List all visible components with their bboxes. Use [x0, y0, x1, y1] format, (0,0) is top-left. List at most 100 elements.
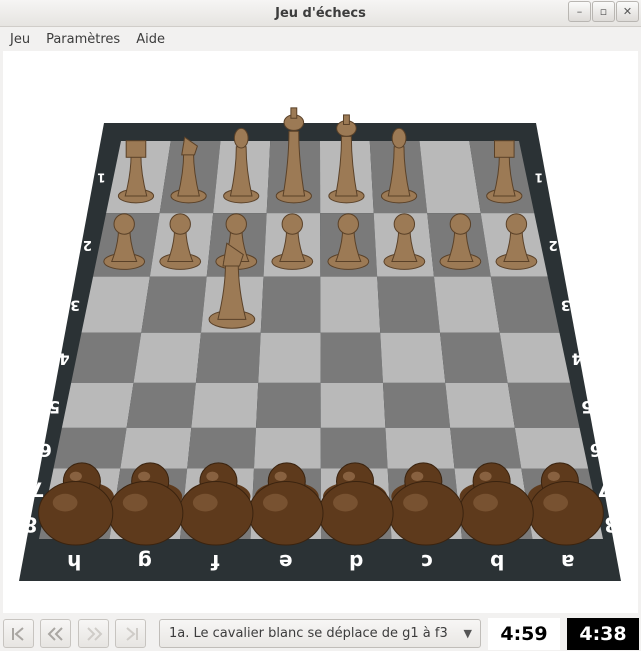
piece-highlight [473, 493, 498, 512]
rank-label: 8 [23, 513, 37, 537]
piece-body [248, 480, 324, 546]
bottom-controls: 1a. Le cavalier blanc se déplace de g1 à… [0, 614, 641, 651]
board-square[interactable] [499, 332, 571, 383]
last-move-button[interactable] [115, 619, 146, 648]
board-square[interactable] [61, 382, 134, 428]
piece-head [449, 213, 472, 235]
piece-highlight [192, 493, 218, 512]
board-square[interactable] [514, 427, 589, 469]
piece-head [169, 213, 191, 235]
black-bishop[interactable] [388, 480, 464, 546]
file-label: c [421, 550, 433, 574]
piece-highlight [547, 471, 560, 482]
piece-highlight [138, 471, 151, 482]
board-square[interactable] [141, 276, 207, 333]
piece-crown [343, 114, 350, 125]
black-king[interactable] [248, 480, 324, 546]
chess-board-svg[interactable]: h g f e d c b a 1 1 2 2 3 3 4 4 5 5 6 6 7 7 8 8 [3, 51, 638, 613]
rank-label: 3 [561, 297, 571, 313]
piece-highlight [274, 471, 287, 482]
rank-label: 4 [59, 350, 70, 368]
black-bishop[interactable] [178, 480, 254, 546]
black-rook[interactable] [528, 480, 604, 546]
rank-label: 2 [83, 237, 92, 252]
piece-body [108, 480, 184, 546]
piece-head [225, 213, 247, 235]
move-history-text: 1a. Le cavalier blanc se déplace de g1 à… [169, 626, 448, 641]
board-square[interactable] [507, 382, 580, 428]
board-square[interactable] [256, 382, 321, 428]
board-square[interactable] [258, 332, 321, 383]
close-icon: ✕ [622, 5, 633, 18]
menu-bar: Jeu Paramètres Aide [0, 27, 641, 51]
piece-head [391, 127, 407, 149]
board-square[interactable] [433, 276, 500, 333]
board-square[interactable] [380, 332, 446, 383]
minimize-button[interactable]: – [568, 1, 591, 22]
board-square[interactable] [439, 332, 508, 383]
move-history-combo[interactable]: 1a. Le cavalier blanc se déplace de g1 à… [159, 619, 481, 648]
piece-head [393, 213, 416, 235]
piece-body [38, 480, 114, 546]
previous-move-button[interactable] [40, 619, 71, 648]
black-knight[interactable] [108, 480, 184, 546]
piece-head [125, 140, 147, 158]
board-square[interactable] [133, 332, 201, 383]
window-title: Jeu d'échecs [275, 6, 366, 21]
piece-body [458, 480, 534, 546]
black-queen[interactable] [318, 480, 394, 546]
piece-head [505, 213, 528, 235]
board-square[interactable] [187, 427, 257, 469]
board-square[interactable] [120, 427, 192, 469]
next-move-button[interactable] [78, 619, 109, 648]
board-square[interactable] [382, 382, 451, 428]
board-square[interactable] [450, 427, 522, 469]
board-square[interactable] [320, 382, 386, 428]
title-bar: Jeu d'échecs – ▫ ✕ [0, 0, 641, 27]
board-square[interactable] [195, 332, 261, 383]
menu-jeu[interactable]: Jeu [2, 30, 38, 49]
previous-move-icon [47, 626, 63, 641]
maximize-button[interactable]: ▫ [592, 1, 615, 22]
piece-highlight [52, 493, 78, 512]
board-square[interactable] [385, 427, 455, 469]
piece-highlight [206, 471, 219, 482]
rank-label: 2 [549, 237, 558, 252]
rank-label: 7 [597, 477, 610, 500]
menu-parametres[interactable]: Paramètres [38, 30, 128, 49]
close-button[interactable]: ✕ [616, 1, 639, 22]
menu-aide[interactable]: Aide [128, 30, 173, 49]
board-square[interactable] [320, 276, 381, 333]
maximize-icon: ▫ [599, 5, 608, 18]
piece-highlight [411, 471, 424, 482]
file-label: e [279, 550, 293, 574]
board-square[interactable] [320, 332, 383, 383]
board-square[interactable] [445, 382, 515, 428]
first-move-icon [11, 626, 24, 641]
board-square[interactable] [53, 427, 127, 469]
window-controls: – ▫ ✕ [568, 1, 639, 22]
board-square[interactable] [191, 382, 259, 428]
first-move-button[interactable] [3, 619, 34, 648]
board-square[interactable] [126, 382, 196, 428]
piece-highlight [342, 471, 356, 482]
piece-body [178, 480, 254, 546]
chess-board-view[interactable]: h g f e d c b a 1 1 2 2 3 3 4 4 5 5 6 6 7 7 8 8 [3, 51, 638, 613]
board-square[interactable] [260, 276, 321, 333]
board-square[interactable] [377, 276, 440, 333]
board-square[interactable] [490, 276, 560, 333]
black-knight[interactable] [458, 480, 534, 546]
piece-body [318, 480, 394, 546]
board-square[interactable] [81, 276, 150, 333]
piece-highlight [69, 471, 82, 482]
white-clock: 4:59 [488, 618, 560, 650]
rank-label: 6 [39, 439, 52, 460]
file-label: h [67, 550, 81, 574]
rank-label: 1 [535, 170, 543, 184]
piece-head [113, 213, 135, 235]
piece-head [281, 213, 303, 235]
board-square[interactable] [71, 332, 142, 383]
piece-highlight [333, 493, 358, 512]
black-rook[interactable] [38, 480, 114, 546]
piece-highlight [479, 471, 492, 482]
